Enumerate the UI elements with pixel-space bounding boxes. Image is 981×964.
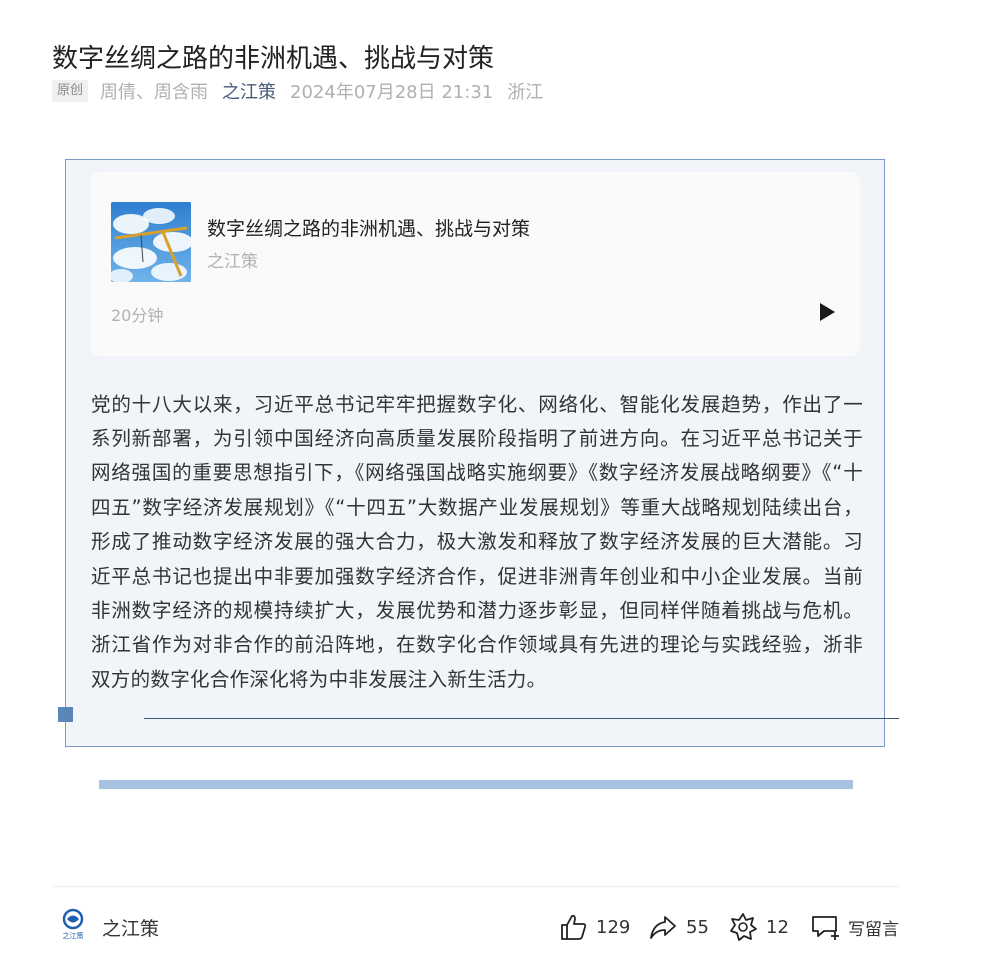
intro-paragraph: 党的十八大以来，习近平总书记牢牢把握数字化、网络化、智能化发展趋势，作出了一系列… <box>91 392 863 691</box>
decorative-square <box>58 707 73 722</box>
article-meta: 原创 周倩、周含雨 之江策 2024年07月28日 21:31 浙江 <box>52 78 543 104</box>
audio-card[interactable]: 数字丝绸之路的非洲机遇、挑战与对策 之江策 20分钟 <box>91 172 860 356</box>
authors: 周倩、周含雨 <box>100 82 209 103</box>
article-page: 数字丝绸之路的非洲机遇、挑战与对策 原创 周倩、周含雨 之江策 2024年07月… <box>0 0 981 964</box>
wow-button[interactable]: 12 <box>728 910 789 944</box>
article-title: 数字丝绸之路的非洲机遇、挑战与对策 <box>52 44 495 75</box>
publish-time: 2024年07月28日 21:31 <box>290 82 494 103</box>
location: 浙江 <box>507 82 544 103</box>
audio-thumbnail <box>111 202 191 282</box>
decorative-line <box>144 718 899 719</box>
comment-label: 写留言 <box>848 919 899 940</box>
original-badge: 原创 <box>52 80 89 102</box>
account-logo[interactable]: 之江策 <box>58 908 88 942</box>
like-count: 129 <box>596 916 631 938</box>
sky-crane-image <box>111 202 191 282</box>
decorative-bar <box>99 780 853 789</box>
footer-account-name[interactable]: 之江策 <box>102 914 159 941</box>
thumbs-up-icon <box>561 914 587 940</box>
share-count: 55 <box>686 916 709 938</box>
play-icon <box>820 303 835 321</box>
footer-divider <box>52 886 900 887</box>
comment-button[interactable]: 写留言 <box>810 910 899 944</box>
account-logo-icon: 之江策 <box>63 908 84 940</box>
play-button[interactable] <box>815 300 839 324</box>
wow-count: 12 <box>766 916 789 938</box>
share-arrow-icon <box>650 916 676 939</box>
wow-flower-icon <box>730 913 757 941</box>
account-link[interactable]: 之江策 <box>222 78 276 104</box>
like-button[interactable]: 129 <box>558 910 630 944</box>
audio-title: 数字丝绸之路的非洲机遇、挑战与对策 <box>207 218 531 240</box>
audio-duration: 20分钟 <box>111 306 164 325</box>
comment-plus-icon <box>812 916 839 940</box>
share-button[interactable]: 55 <box>648 910 709 944</box>
svg-text:之江策: 之江策 <box>63 931 84 940</box>
audio-source: 之江策 <box>207 252 258 272</box>
article-footer: 之江策 之江策 129 55 12 写留言 <box>52 900 900 956</box>
